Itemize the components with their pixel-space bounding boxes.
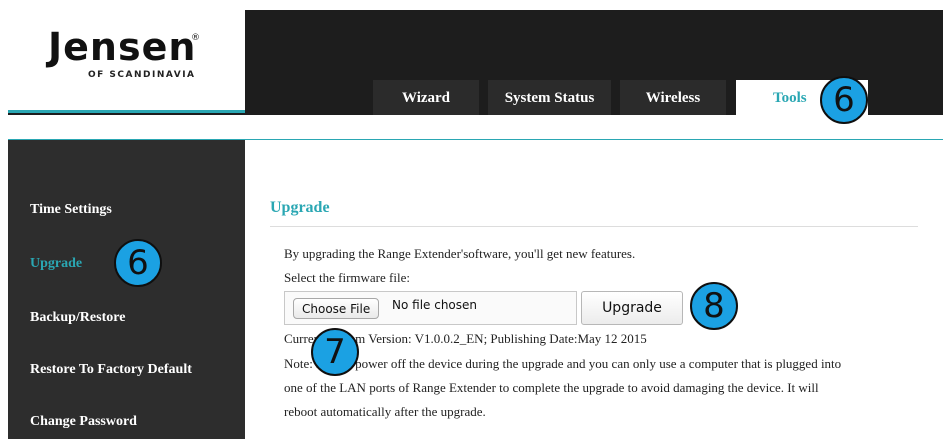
callout-6-upgrade: 6 bbox=[114, 239, 162, 287]
tab-wizard[interactable]: Wizard bbox=[373, 80, 479, 115]
sidebar bbox=[8, 140, 245, 439]
note-line-3: reboot automatically after the upgrade. bbox=[284, 404, 486, 419]
callout-6-tools: 6 bbox=[820, 76, 868, 124]
title-divider bbox=[270, 226, 918, 227]
page-title: Upgrade bbox=[270, 199, 330, 216]
sidebar-item-upgrade[interactable]: Upgrade bbox=[30, 256, 82, 272]
select-firmware-label: Select the firmware file: bbox=[284, 270, 410, 285]
sidebar-item-time-settings[interactable]: Time Settings bbox=[30, 202, 112, 218]
file-status-text: No file chosen bbox=[392, 298, 478, 312]
brand-tagline: OF SCANDINAVIA bbox=[88, 70, 196, 80]
tab-wireless[interactable]: Wireless bbox=[620, 80, 726, 115]
callout-7-choose-file: 7 bbox=[311, 328, 359, 376]
callout-8-upgrade-button: 8 bbox=[690, 282, 738, 330]
choose-file-button[interactable]: Choose File bbox=[293, 298, 380, 319]
brand-name: Jensen bbox=[48, 25, 197, 69]
brand-underline bbox=[8, 110, 245, 113]
note-line-1: Note: Do not power off the device during… bbox=[284, 356, 842, 371]
top-margin bbox=[0, 0, 943, 10]
upgrade-button[interactable]: Upgrade bbox=[581, 291, 683, 325]
tab-system-status[interactable]: System Status bbox=[488, 80, 611, 115]
sidebar-item-backup-restore[interactable]: Backup/Restore bbox=[30, 310, 125, 326]
sidebar-item-restore-factory-default[interactable]: Restore To Factory Default bbox=[30, 362, 192, 378]
brand-registered-mark: ® bbox=[191, 33, 200, 43]
intro-text: By upgrading the Range Extender'software… bbox=[284, 246, 636, 261]
note-line-2: one of the LAN ports of Range Extender t… bbox=[284, 380, 819, 395]
sidebar-item-change-password[interactable]: Change Password bbox=[30, 414, 137, 430]
